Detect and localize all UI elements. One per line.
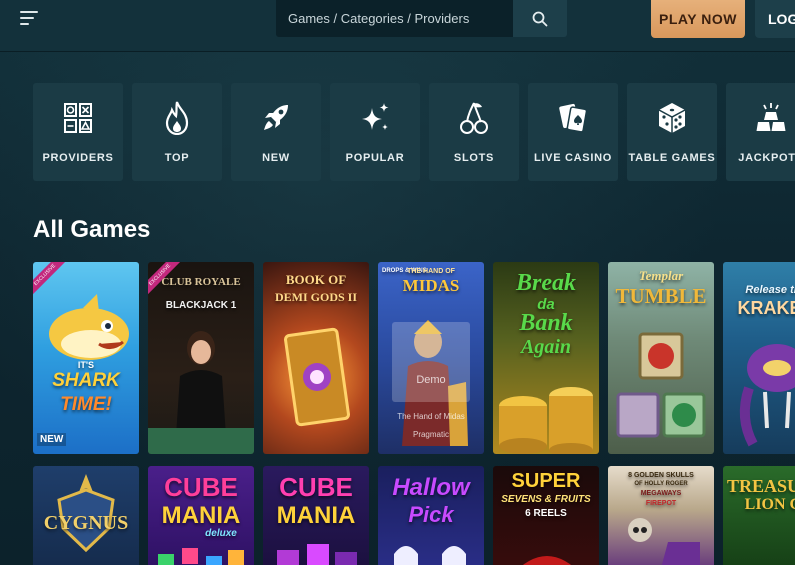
category-label: SLOTS bbox=[453, 152, 495, 164]
category-new[interactable]: NEW bbox=[231, 83, 321, 181]
category-bar: PROVIDERS TOP NEW POPULAR SLOTS LIVE CAS… bbox=[33, 83, 795, 181]
game-title: 8 GOLDEN SKULLS bbox=[628, 472, 694, 479]
game-tile-8-golden-skulls-firepot[interactable]: 8 GOLDEN SKULLS OF HOLLY ROGER MEGAWAYS … bbox=[608, 466, 714, 565]
game-title: FIREPOT bbox=[645, 500, 677, 507]
game-title: MANIA bbox=[161, 502, 241, 529]
game-tile-super-sevens-fruits[interactable]: SUPER SEVENS & FRUITS 6 REELS bbox=[493, 466, 599, 565]
game-title: KRAKEN bbox=[737, 298, 795, 318]
game-title: Pick bbox=[408, 502, 454, 527]
game-tile-cygnus[interactable]: CYGNUS bbox=[33, 466, 139, 565]
dealer-illustration bbox=[176, 331, 226, 436]
category-live-casino[interactable]: LIVE CASINO bbox=[528, 83, 618, 181]
skull-illustration bbox=[628, 518, 700, 565]
game-title: BLACKJACK 1 bbox=[165, 300, 237, 311]
kraken-illustration bbox=[739, 344, 795, 447]
templar-symbols-illustration bbox=[616, 332, 706, 438]
game-tile-shark-time[interactable]: EXCLUSIVE IT'S SHARK TIME! NEW bbox=[33, 262, 139, 454]
search-input[interactable] bbox=[288, 11, 513, 26]
cubes-illustration bbox=[158, 548, 244, 565]
cherries-icon bbox=[460, 100, 488, 136]
game-title: Release the bbox=[745, 284, 795, 296]
category-label: TOP bbox=[164, 152, 190, 164]
cubes-illustration bbox=[277, 544, 357, 565]
game-tile-release-the-kraken[interactable]: Release the KRAKEN bbox=[723, 262, 795, 454]
game-tile-break-da-bank-again[interactable]: Break da Bank Again bbox=[493, 262, 599, 454]
gold-bars-icon bbox=[755, 100, 787, 136]
game-title: THE HAND OF bbox=[407, 268, 455, 275]
category-popular[interactable]: POPULAR bbox=[330, 83, 420, 181]
seven-symbol-illustration bbox=[523, 556, 571, 565]
game-title: deluxe bbox=[205, 528, 237, 539]
game-title: 6 REELS bbox=[525, 508, 567, 519]
search-icon bbox=[532, 11, 548, 26]
game-title: TREASURE bbox=[726, 476, 795, 496]
demo-label[interactable]: Demo bbox=[378, 374, 484, 386]
category-label: PROVIDERS bbox=[42, 152, 114, 164]
login-button[interactable]: LOG bbox=[755, 0, 795, 38]
dice-icon bbox=[658, 100, 686, 136]
gold-coins-illustration bbox=[499, 387, 593, 454]
game-title: TIME! bbox=[60, 394, 112, 415]
game-title: CYGNUS bbox=[43, 512, 129, 534]
ghosts-illustration bbox=[394, 546, 466, 565]
game-title: BOOK OF bbox=[285, 272, 347, 287]
category-slots[interactable]: SLOTS bbox=[429, 83, 519, 181]
search-button[interactable] bbox=[513, 0, 567, 37]
game-tile-hand-of-midas[interactable]: DROPS & WINS THE HAND OF MIDAS Demo The … bbox=[378, 262, 484, 454]
game-title: IT'S bbox=[77, 360, 95, 370]
category-providers[interactable]: PROVIDERS bbox=[33, 83, 123, 181]
search-box bbox=[276, 0, 513, 37]
game-tile-templar-tumble[interactable]: Templar TUMBLE bbox=[608, 262, 714, 454]
game-title: Hallow bbox=[392, 474, 470, 501]
top-bar: PLAY NOW LOG bbox=[0, 0, 795, 52]
game-title: LION CI bbox=[744, 496, 795, 513]
game-title: Break bbox=[516, 270, 576, 296]
demo-provider: Pragmatic bbox=[412, 430, 449, 439]
play-now-button[interactable]: PLAY NOW bbox=[651, 0, 745, 38]
new-badge: NEW bbox=[37, 433, 67, 446]
game-title: SUPER bbox=[511, 470, 581, 492]
category-label: POPULAR bbox=[345, 152, 405, 164]
category-label: LIVE CASINO bbox=[534, 152, 612, 164]
category-table-games[interactable]: TABLE GAMES bbox=[627, 83, 717, 181]
game-tile-cube-mania-deluxe[interactable]: CUBE MANIA deluxe bbox=[148, 466, 254, 565]
demo-overlay[interactable] bbox=[392, 322, 470, 402]
game-tile-cube-mania[interactable]: CUBE MANIA bbox=[263, 466, 369, 565]
game-title: DEMI GODS II bbox=[274, 290, 357, 304]
flame-icon bbox=[165, 100, 189, 136]
category-label: JACKPOTS bbox=[738, 152, 795, 164]
game-title: MIDAS bbox=[402, 276, 460, 295]
demo-game-name: The Hand of Midas bbox=[397, 412, 465, 421]
sparkles-icon bbox=[360, 100, 390, 136]
game-title: CUBE bbox=[164, 472, 238, 502]
section-title: All Games bbox=[33, 216, 151, 243]
game-title: OF HOLLY ROGER bbox=[634, 481, 688, 487]
game-title: Again bbox=[520, 336, 572, 358]
game-title: SEVENS & FRUITS bbox=[501, 494, 591, 505]
game-title: MEGAWAYS bbox=[640, 490, 682, 497]
game-title: Templar bbox=[638, 268, 684, 283]
game-tile-club-royale-blackjack[interactable]: EXCLUSIVE CLUB ROYALE BLACKJACK 1 bbox=[148, 262, 254, 454]
game-title: CLUB ROYALE bbox=[161, 276, 241, 288]
rocket-icon bbox=[262, 100, 290, 136]
game-tile-treasure-lion-city[interactable]: TREASURE LION CI bbox=[723, 466, 795, 565]
game-title: Bank bbox=[519, 310, 573, 336]
game-tile-book-of-demi-gods-2[interactable]: BOOK OF DEMI GODS II bbox=[263, 262, 369, 454]
category-top[interactable]: TOP bbox=[132, 83, 222, 181]
book-illustration bbox=[284, 327, 350, 427]
playing-cards-icon bbox=[557, 100, 589, 136]
game-tile-hallow-pick[interactable]: Hallow Pick bbox=[378, 466, 484, 565]
category-label: NEW bbox=[262, 152, 290, 164]
game-title: CUBE bbox=[279, 472, 353, 502]
game-title: SHARK bbox=[52, 370, 120, 391]
game-title: TUMBLE bbox=[615, 284, 707, 308]
category-label: TABLE GAMES bbox=[628, 152, 716, 164]
category-jackpots[interactable]: JACKPOTS bbox=[726, 83, 795, 181]
menu-icon[interactable] bbox=[16, 8, 44, 30]
providers-grid-icon bbox=[64, 100, 92, 136]
game-title: MANIA bbox=[276, 502, 356, 529]
